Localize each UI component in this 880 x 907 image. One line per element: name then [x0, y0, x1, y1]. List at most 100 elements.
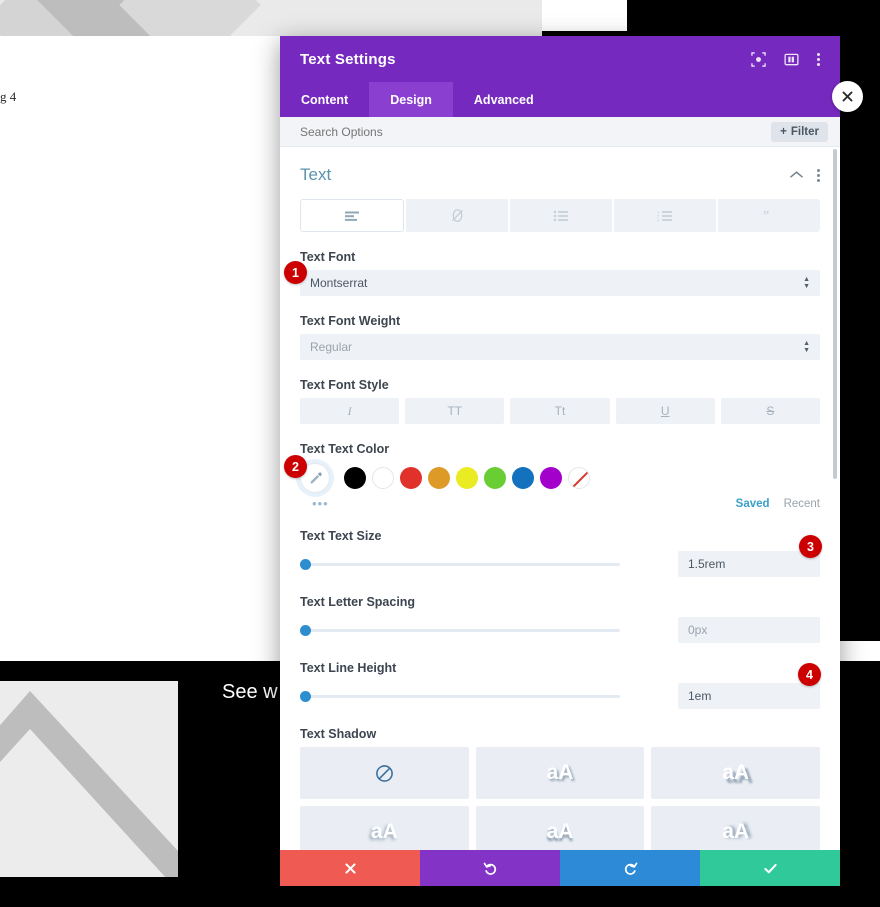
overlay-close-button[interactable]	[832, 81, 863, 112]
svg-text:3: 3	[657, 217, 660, 221]
text-shadow-option-3[interactable]: aA	[300, 806, 469, 850]
letter-spacing-slider[interactable]	[300, 623, 620, 637]
text-font-value: Montserrat	[310, 276, 368, 290]
italic-button[interactable]: I	[300, 398, 400, 424]
text-shadow-option-1[interactable]: aA	[475, 747, 645, 799]
text-format-button-group: 1 2 3 ”	[300, 199, 820, 232]
more-vertical-icon[interactable]	[817, 52, 820, 66]
color-swatch-row	[300, 462, 820, 494]
undo-icon	[483, 862, 496, 875]
line-height-value[interactable]: 1em	[678, 683, 820, 709]
recent-colors-tab[interactable]: Recent	[784, 498, 820, 510]
close-icon	[842, 91, 853, 102]
swatch-none[interactable]	[568, 467, 590, 489]
background-headline: See w	[222, 681, 278, 703]
slider-track	[300, 694, 620, 698]
redo-icon	[624, 862, 637, 875]
swatch-orange[interactable]	[428, 467, 450, 489]
letter-spacing-label: Text Letter Spacing	[300, 595, 416, 609]
tab-content[interactable]: Content	[280, 82, 369, 117]
swatch-black[interactable]	[344, 467, 366, 489]
text-size-slider[interactable]	[300, 557, 620, 571]
unordered-list-icon[interactable]	[510, 199, 612, 232]
text-font-weight-value: Regular	[310, 340, 353, 354]
settings-scroll-area[interactable]: Text 1 2 3 ” Text Font Montserrat ▲ ▼ Te…	[280, 147, 840, 850]
annotation-badge-3: 3	[799, 535, 822, 558]
line-height-label: Text Line Height	[300, 661, 397, 675]
text-shadow-none-option[interactable]	[300, 747, 469, 799]
undo-button[interactable]	[420, 850, 560, 886]
modal-header-actions	[751, 51, 820, 67]
cancel-button[interactable]	[280, 850, 420, 886]
vertical-scrollbar[interactable]	[833, 149, 837, 479]
text-font-weight-select[interactable]: Regular ▲ ▼	[300, 334, 820, 360]
paragraph-align-icon[interactable]	[300, 199, 404, 232]
screen: g 4 See w Text Settings Content Design A…	[0, 0, 880, 907]
slider-track	[300, 628, 620, 632]
modal-tabs: Content Design Advanced	[280, 82, 840, 117]
link-slash-icon[interactable]	[406, 199, 508, 232]
annotation-badge-2: 2	[284, 455, 307, 478]
strikethrough-button[interactable]: S	[720, 398, 821, 424]
background-white-gap	[542, 0, 627, 31]
text-size-value[interactable]: 1.5rem	[678, 551, 820, 577]
letter-spacing-value[interactable]: 0px	[678, 617, 820, 643]
line-height-row: 1em	[300, 683, 820, 709]
letter-spacing-row: 0px	[300, 617, 820, 643]
uppercase-button[interactable]: TT	[405, 398, 505, 424]
search-bar: + Filter	[280, 117, 840, 147]
eyedropper-icon	[309, 471, 322, 484]
background-caption: g 4	[0, 89, 17, 104]
text-shadow-option-5[interactable]: aA	[651, 806, 820, 850]
section-title: Text	[300, 165, 332, 184]
text-font-style-label: Text Font Style	[300, 378, 389, 392]
layout-columns-icon[interactable]	[784, 52, 799, 67]
swatch-white[interactable]	[372, 467, 394, 489]
search-input[interactable]	[300, 124, 772, 139]
slider-knob[interactable]	[300, 624, 311, 636]
annotation-badge-1: 1	[284, 261, 307, 284]
swatch-red[interactable]	[400, 467, 422, 489]
line-height-slider[interactable]	[300, 689, 620, 703]
background-image-top	[0, 0, 542, 36]
text-font-label: Text Font	[300, 250, 356, 264]
close-icon	[344, 862, 356, 874]
slider-knob[interactable]	[300, 690, 311, 702]
redo-button[interactable]	[560, 850, 700, 886]
saved-colors-tab[interactable]: Saved	[736, 498, 770, 510]
swatch-purple[interactable]	[540, 467, 562, 489]
slider-knob[interactable]	[300, 558, 311, 570]
ordered-list-icon[interactable]: 1 2 3	[614, 199, 716, 232]
text-size-label: Text Text Size	[300, 529, 382, 543]
tab-advanced[interactable]: Advanced	[453, 82, 555, 117]
background-placeholder-image	[0, 681, 178, 877]
blockquote-icon[interactable]: ”	[718, 199, 820, 232]
text-shadow-option-4[interactable]: aA	[475, 806, 645, 850]
swatch-green[interactable]	[484, 467, 506, 489]
save-button[interactable]	[700, 850, 840, 886]
chevron-up-icon[interactable]	[790, 168, 803, 182]
chevron-updown-icon: ▲ ▼	[803, 276, 810, 290]
filter-label: Filter	[790, 125, 819, 138]
plus-icon: +	[780, 125, 787, 138]
filter-button[interactable]: + Filter	[771, 121, 828, 142]
swatch-blue[interactable]	[512, 467, 534, 489]
section-more-vertical-icon[interactable]	[817, 168, 820, 182]
text-settings-modal: Text Settings Content Design Advanced Se…	[280, 36, 840, 886]
swatch-yellow[interactable]	[456, 467, 478, 489]
focus-target-icon[interactable]	[751, 51, 766, 67]
tab-design[interactable]: Design	[369, 82, 453, 117]
chevron-pattern-icon	[0, 691, 178, 877]
text-section-header: Text	[300, 147, 820, 191]
capitalize-button[interactable]: Tt	[510, 398, 610, 424]
modal-footer	[280, 850, 840, 886]
no-shadow-icon	[375, 764, 393, 782]
text-size-row: 1.5rem	[300, 551, 820, 577]
text-font-style-group: I TT Tt U S	[300, 398, 821, 424]
underline-button[interactable]: U	[615, 398, 715, 424]
text-font-select[interactable]: Montserrat ▲ ▼	[300, 270, 820, 296]
text-shadow-option-2[interactable]: aA	[651, 747, 820, 799]
more-colors-button[interactable]: •••	[300, 496, 329, 511]
modal-title: Text Settings	[300, 50, 396, 68]
text-shadow-grid: aA aA aA aA aA	[300, 747, 820, 850]
